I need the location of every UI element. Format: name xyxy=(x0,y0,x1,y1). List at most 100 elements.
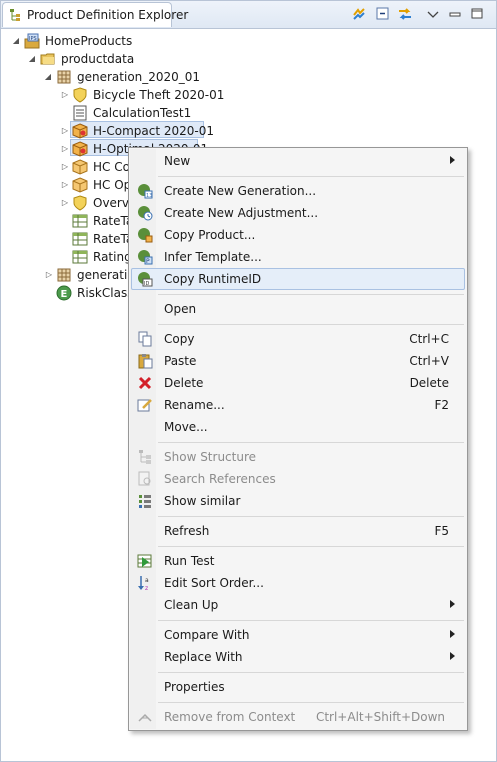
runtime-id-icon: ID xyxy=(138,272,153,287)
box-icon xyxy=(72,159,88,175)
menu-item-label: Search References xyxy=(164,472,276,486)
menu-item-compare-with[interactable]: Compare With xyxy=(131,624,465,646)
view-menu-icon[interactable] xyxy=(425,6,441,22)
menu-item-replace-with[interactable]: Replace With xyxy=(131,646,465,668)
menu-separator xyxy=(158,672,464,673)
calc-icon xyxy=(73,105,87,121)
menu-item-label: Copy RuntimeID xyxy=(164,272,262,286)
menu-item-move[interactable]: Move... xyxy=(131,416,465,438)
collapsed-arrow-icon[interactable]: ▷ xyxy=(45,270,53,280)
menu-item-properties[interactable]: Properties xyxy=(131,676,465,698)
menu-separator xyxy=(158,442,464,443)
menu-item-shortcut: Ctrl+C xyxy=(409,332,449,346)
menu-item-shortcut: Ctrl+V xyxy=(409,354,449,368)
sync-icon[interactable] xyxy=(351,6,367,22)
menu-item-label: Compare With xyxy=(164,628,250,642)
sort-order-icon: az xyxy=(138,576,149,591)
tree-item-label: HomeProducts xyxy=(45,34,133,48)
menu-item-label: Copy Product... xyxy=(164,228,256,242)
menu-item-shortcut: Delete xyxy=(409,376,449,390)
menu-item-label: Edit Sort Order... xyxy=(164,576,264,590)
tree-item-label: Rating xyxy=(93,250,132,264)
collapsed-arrow-icon[interactable]: ▷ xyxy=(61,162,69,172)
collapsed-arrow-icon[interactable]: ▷ xyxy=(61,126,69,136)
expanded-arrow-icon[interactable]: ◢ xyxy=(44,72,52,82)
svg-text:a: a xyxy=(145,577,149,584)
menu-item-copy[interactable]: Copy Ctrl+C xyxy=(131,328,465,350)
menu-item-clean-up[interactable]: Clean Up xyxy=(131,594,465,616)
tree-item[interactable]: CalculationTest1 xyxy=(1,104,496,122)
menu-separator xyxy=(158,516,464,517)
product-box-icon xyxy=(72,141,88,157)
delete-icon xyxy=(138,376,152,390)
menu-item-shortcut: F5 xyxy=(434,524,449,538)
table-icon xyxy=(72,232,88,246)
menu-separator xyxy=(158,294,464,295)
menu-item-create-new-adjustment[interactable]: Create New Adjustment... xyxy=(131,202,465,224)
tree-item[interactable]: ▷ Bicycle Theft 2020-01 xyxy=(1,86,496,104)
tree-item[interactable]: ◢ generation_2020_01 xyxy=(1,68,496,86)
menu-item-label: Remove from Context xyxy=(164,710,296,724)
table-icon xyxy=(72,214,88,228)
tree-item-label: CalculationTest1 xyxy=(93,106,192,120)
collapsed-arrow-icon[interactable]: ▷ xyxy=(61,198,69,208)
copy-product-icon xyxy=(138,228,153,243)
rename-icon xyxy=(137,399,152,412)
minimize-icon[interactable] xyxy=(447,6,463,22)
view-tab[interactable]: Product Definition Explorer xyxy=(2,2,188,27)
menu-item-label: Copy xyxy=(164,332,195,346)
expanded-arrow-icon[interactable]: ◢ xyxy=(12,36,20,46)
copy-icon xyxy=(138,331,152,347)
shield-icon xyxy=(73,195,87,211)
menu-item-rename[interactable]: Rename... F2 xyxy=(131,394,465,416)
collapsed-arrow-icon[interactable]: ▷ xyxy=(61,144,69,154)
menu-item-refresh[interactable]: Refresh F5 xyxy=(131,520,465,542)
menu-item-remove-from-context[interactable]: Remove from Context Ctrl+Alt+Shift+Down xyxy=(131,706,465,728)
svg-text:P: P xyxy=(146,258,150,265)
menu-item-create-new-generation[interactable]: 13 Create New Generation... xyxy=(131,180,465,202)
new-generation-icon: 13 xyxy=(138,184,153,199)
menu-separator xyxy=(158,702,464,703)
menu-item-label: Create New Generation... xyxy=(164,184,317,198)
menu-item-run-test[interactable]: Run Test xyxy=(131,550,465,572)
menu-item-show-similar[interactable]: Show similar xyxy=(131,490,465,512)
svg-text:IPS: IPS xyxy=(29,36,37,42)
svg-text:ID: ID xyxy=(144,281,149,287)
menu-item-new[interactable]: New xyxy=(131,150,465,172)
tree-item-label: RiskClass xyxy=(77,286,134,300)
menu-item-search-references[interactable]: Search References xyxy=(131,468,465,490)
tree-item[interactable]: ◢ IPS HomeProducts xyxy=(1,32,496,50)
menu-item-infer-template[interactable]: P Infer Template... xyxy=(131,246,465,268)
menu-separator xyxy=(158,546,464,547)
menu-item-show-structure[interactable]: Show Structure xyxy=(131,446,465,468)
tree-item-label: Bicycle Theft 2020-01 xyxy=(93,88,225,102)
menu-item-delete[interactable]: Delete Delete xyxy=(131,372,465,394)
menu-item-label: Infer Template... xyxy=(164,250,262,264)
svg-text:E: E xyxy=(61,289,68,300)
menu-item-label: Replace With xyxy=(164,650,243,664)
maximize-icon[interactable] xyxy=(469,6,485,22)
explorer-view-icon xyxy=(10,9,20,21)
tree-item[interactable]: ▷ H-Compact 2020-01 xyxy=(1,122,496,140)
menu-item-label: Clean Up xyxy=(164,598,219,612)
collapsed-arrow-icon[interactable]: ▷ xyxy=(61,90,69,100)
menu-item-label: Refresh xyxy=(164,524,210,538)
menu-item-label: Rename... xyxy=(164,398,225,412)
package-grid-icon xyxy=(57,70,71,84)
collapse-all-icon[interactable] xyxy=(375,6,391,22)
tree-item-label: generation_2020_01 xyxy=(77,70,201,84)
menu-item-copy-runtimeid[interactable]: ID Copy RuntimeID xyxy=(131,268,465,290)
expanded-arrow-icon[interactable]: ◢ xyxy=(28,54,36,64)
show-structure-icon xyxy=(139,450,151,464)
menu-item-edit-sort-order[interactable]: az Edit Sort Order... xyxy=(131,572,465,594)
tree-item[interactable]: ◢ productdata xyxy=(1,50,496,68)
link-with-editor-icon[interactable] xyxy=(397,6,413,22)
remove-context-icon xyxy=(138,713,152,722)
collapsed-arrow-icon[interactable]: ▷ xyxy=(61,180,69,190)
tree-item-label: HC Op xyxy=(93,178,132,192)
svg-text:13: 13 xyxy=(146,193,152,199)
menu-item-copy-product[interactable]: Copy Product... xyxy=(131,224,465,246)
menu-item-label: Move... xyxy=(164,420,208,434)
menu-item-open[interactable]: Open xyxy=(131,298,465,320)
menu-item-paste[interactable]: Paste Ctrl+V xyxy=(131,350,465,372)
